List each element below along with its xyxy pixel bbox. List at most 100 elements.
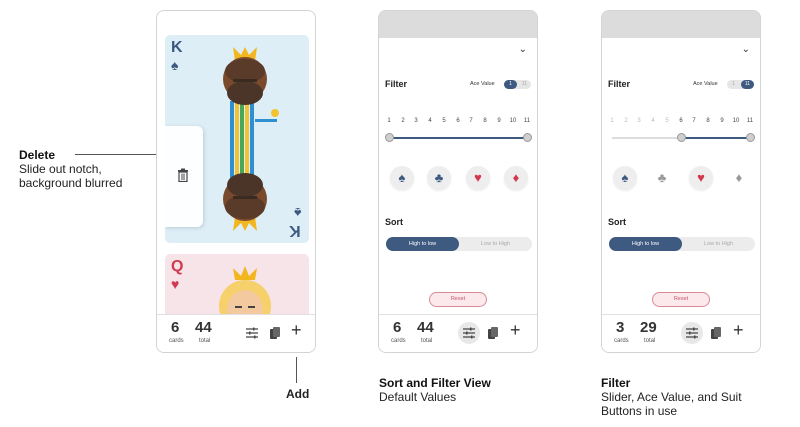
card-count: 6	[393, 319, 402, 336]
sliders-icon	[463, 327, 475, 339]
spade-icon: ♠	[171, 57, 179, 73]
delete-annotation-title: Delete	[19, 148, 56, 162]
filter-title: Filter	[608, 79, 631, 89]
heart-icon: ♥	[171, 276, 180, 292]
spade-suit-button[interactable]: ♠	[390, 166, 414, 190]
spade-suit-button[interactable]: ♠	[613, 166, 637, 190]
trash-icon[interactable]	[177, 168, 189, 182]
sort-toggle[interactable]: High to low Low to High	[386, 237, 532, 251]
slider-number: 6	[456, 118, 460, 124]
slider-number: 7	[469, 118, 473, 124]
ace-option-1[interactable]: 1	[504, 80, 517, 89]
caption-title: Sort and Filter View	[379, 376, 491, 390]
slider-number: 1	[387, 118, 391, 124]
chevron-down-icon[interactable]: ⌄	[519, 44, 527, 55]
sliders-icon	[686, 327, 698, 339]
slider-number: 9	[720, 118, 724, 124]
delete-annotation-desc-1: Slide out notch,	[19, 162, 102, 176]
slider-number: 9	[497, 118, 501, 124]
caption-title: Filter	[601, 376, 631, 390]
total-count-label: total	[421, 338, 433, 344]
slider-number: 4	[428, 118, 432, 124]
add-button[interactable]: +	[733, 321, 744, 339]
sort-high-to-low[interactable]: High to low	[609, 237, 682, 251]
sliders-button-active[interactable]	[681, 322, 703, 344]
slider-number: 10	[732, 118, 740, 124]
delete-notch[interactable]	[165, 126, 203, 227]
slider-number: 10	[509, 118, 517, 124]
bottom-bar: 3 cards 29 total +	[602, 314, 760, 352]
total-count: 44	[417, 319, 434, 336]
card-king-spades[interactable]: K ♠ K ♠	[165, 35, 309, 243]
bottom-bar: 6 cards 44 total +	[157, 314, 315, 352]
club-suit-button[interactable]: ♣	[427, 166, 451, 190]
bottom-bar: 6 cards 44 total +	[379, 314, 537, 352]
heart-suit-button[interactable]: ♥	[689, 166, 713, 190]
slider-number: 1	[610, 118, 614, 124]
card-count-label: cards	[169, 338, 184, 344]
ace-value-toggle[interactable]: 1 11	[727, 80, 754, 89]
delete-annotation-desc-2: background blurred	[19, 176, 123, 190]
diamond-suit-button[interactable]: ♦	[727, 166, 751, 190]
cards-icon[interactable]	[709, 326, 723, 340]
card-count: 6	[171, 319, 180, 336]
slider-handle-min[interactable]	[677, 133, 686, 142]
sort-title: Sort	[608, 217, 626, 227]
reset-button[interactable]: Reset	[429, 292, 487, 307]
chevron-down-icon[interactable]: ⌄	[742, 44, 750, 55]
phone-card-list: K ♠ K ♠ Q ♥ 6 cards 44 total +	[156, 10, 316, 353]
slider-handle-min[interactable]	[385, 133, 394, 142]
card-rank: Q	[171, 258, 184, 275]
card-rank: K	[171, 39, 183, 56]
sort-low-to-high[interactable]: Low to High	[459, 237, 532, 251]
slider-number: 6	[679, 118, 683, 124]
heart-suit-button[interactable]: ♥	[466, 166, 490, 190]
slider-number: 5	[442, 118, 446, 124]
slider-number: 11	[746, 118, 754, 124]
ace-option-1[interactable]: 1	[727, 80, 740, 89]
slider-track-active	[681, 137, 750, 139]
total-count-label: total	[199, 338, 211, 344]
sliders-button-active[interactable]	[458, 322, 480, 344]
card-count-label: cards	[391, 338, 406, 344]
sort-high-to-low[interactable]: High to low	[386, 237, 459, 251]
diamond-suit-button[interactable]: ♦	[504, 166, 528, 190]
sliders-icon[interactable]	[245, 326, 259, 340]
ace-value-toggle[interactable]: 1 11	[504, 80, 531, 89]
slider-number: 7	[692, 118, 696, 124]
slider-number: 2	[624, 118, 628, 124]
caption-sort-filter: Sort and Filter View Default Values	[379, 376, 559, 404]
king-illustration	[223, 47, 279, 231]
add-button[interactable]: +	[291, 321, 302, 339]
filter-title: Filter	[385, 79, 408, 89]
sort-low-to-high[interactable]: Low to High	[682, 237, 755, 251]
reset-button[interactable]: Reset	[652, 292, 710, 307]
slider-track-active	[389, 137, 527, 139]
phone-sort-filter-default: ⌄ Filter Ace Value 1 11 1 2 3 4 5 6 7 8 …	[378, 10, 538, 353]
cards-icon[interactable]	[486, 326, 500, 340]
ace-option-11[interactable]: 11	[518, 80, 531, 89]
caption-desc: Default Values	[379, 390, 457, 404]
slider-handle-max[interactable]	[746, 133, 755, 142]
phone-filter-in-use: ⌄ Filter Ace Value 1 11 1 2 3 4 5 6 7 8 …	[601, 10, 761, 353]
slider-number: 3	[414, 118, 418, 124]
slider-number: 11	[523, 118, 531, 124]
sort-title: Sort	[385, 217, 403, 227]
add-connector-line	[296, 357, 297, 383]
club-suit-button[interactable]: ♣	[650, 166, 674, 190]
total-count: 44	[195, 319, 212, 336]
add-button[interactable]: +	[510, 321, 521, 339]
slider-number: 4	[651, 118, 655, 124]
cards-icon[interactable]	[268, 326, 282, 340]
header-bar	[602, 11, 760, 38]
slider-handle-max[interactable]	[523, 133, 532, 142]
ace-option-11[interactable]: 11	[741, 80, 754, 89]
ace-value-label: Ace Value	[470, 81, 495, 87]
caption-desc-2: Buttons in use	[601, 404, 678, 418]
slider-number: 3	[637, 118, 641, 124]
slider-number: 5	[665, 118, 669, 124]
total-count: 29	[640, 319, 657, 336]
add-annotation-label: Add	[286, 387, 310, 401]
delete-connector-line	[75, 154, 168, 155]
sort-toggle[interactable]: High to low Low to High	[609, 237, 755, 251]
